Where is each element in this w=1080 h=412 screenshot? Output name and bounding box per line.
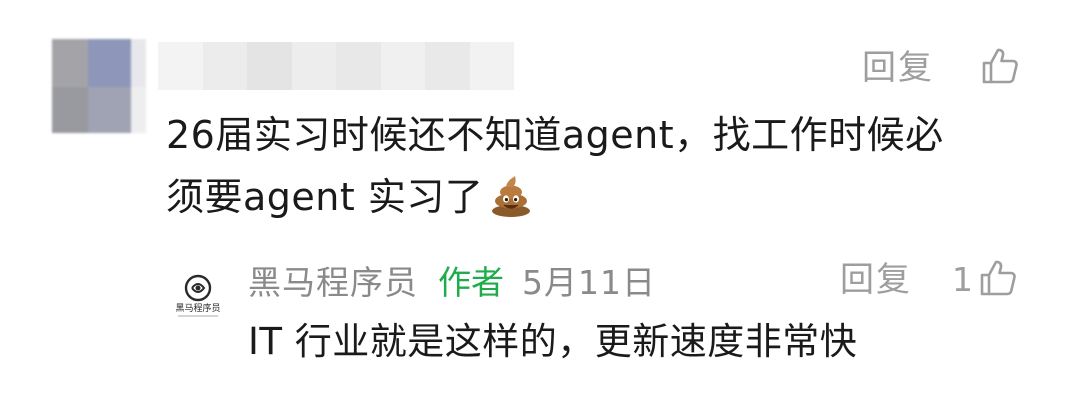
pile-of-poo-emoji [492,176,531,217]
reply-meta: 黑马程序员 作者 5月11日 [248,258,656,302]
reply-button[interactable]: 回复 [862,48,934,88]
avatar[interactable]: 黑马程序员 [168,266,228,326]
thumbs-up-icon[interactable] [980,46,1020,86]
avatar[interactable] [52,39,146,133]
reply-text: IT 行业就是这样的，更新速度非常快 [248,320,858,363]
username-blurred[interactable] [158,42,514,90]
reply-author-name[interactable]: 黑马程序员 [248,256,418,304]
like-count: 1 [952,260,973,299]
avatar-logo-text: 黑马程序员 [175,302,220,314]
comment-text-line: 26届实习时候还不知道agent，找工作时候必 [166,113,944,157]
reply-item: 黑马程序员 黑马程序员 作者 5月11日 回复 1 IT 行业就是这样的，更新速… [0,240,1080,410]
thumbs-up-icon[interactable] [978,258,1018,298]
comment-item: 回复 26届实习时候还不知道agent，找工作时候必 须要agent 实习了 [0,0,1080,230]
comment-text: 26届实习时候还不知道agent，找工作时候必 须要agent 实习了 [166,104,1026,228]
reply-date: 5月11日 [522,263,656,302]
comment-text-line: 须要agent 实习了 [166,166,1026,228]
comment-text-span: 须要agent 实习了 [166,175,484,219]
author-badge: 作者 [438,263,504,302]
reply-button[interactable]: 回复 [840,260,912,300]
